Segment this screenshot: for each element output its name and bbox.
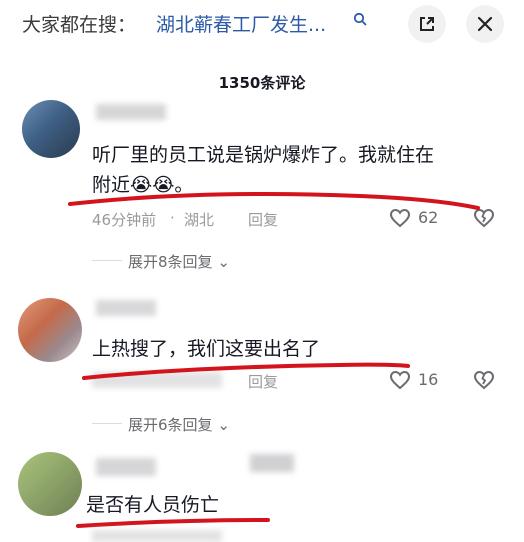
blurred-comment-meta <box>92 530 222 542</box>
chevron-down-icon: ⌄ <box>217 253 230 271</box>
popout-icon <box>420 17 434 31</box>
search-icon[interactable] <box>353 12 367 26</box>
blurred-username <box>96 104 166 120</box>
search-suggestion-link[interactable]: 湖北蕲春工厂发生... <box>156 10 326 37</box>
comment-count-title: 1350条评论 <box>218 74 306 92</box>
blurred-username <box>96 458 156 476</box>
expand-replies-button[interactable]: 展开6条回复 ⌄ <box>128 414 230 435</box>
expand-replies-label: 展开8条回复 <box>128 253 213 271</box>
close-icon <box>477 16 493 32</box>
popout-button[interactable] <box>408 5 446 43</box>
red-underline-annotation <box>82 362 410 380</box>
top-bar: 大家都在搜： 湖北蕲春工厂发生... <box>0 0 524 48</box>
red-underline-annotation <box>68 192 480 210</box>
avatar[interactable] <box>22 100 80 158</box>
comment-line: 听厂里的员工说是锅炉爆炸了。我就住在 <box>92 144 435 166</box>
expand-replies-label: 展开6条回复 <box>128 416 213 434</box>
blurred-username <box>250 454 294 472</box>
avatar[interactable] <box>18 298 82 362</box>
blurred-username <box>96 300 156 316</box>
expand-divider <box>92 260 122 261</box>
close-button[interactable] <box>466 5 504 43</box>
chevron-down-icon: ⌄ <box>217 416 230 434</box>
search-prefix: 大家都在搜： <box>22 14 137 36</box>
expand-replies-button[interactable]: 展开8条回复 ⌄ <box>128 251 230 272</box>
avatar[interactable] <box>18 452 82 516</box>
expand-divider <box>92 423 122 424</box>
red-underline-annotation <box>76 518 270 528</box>
